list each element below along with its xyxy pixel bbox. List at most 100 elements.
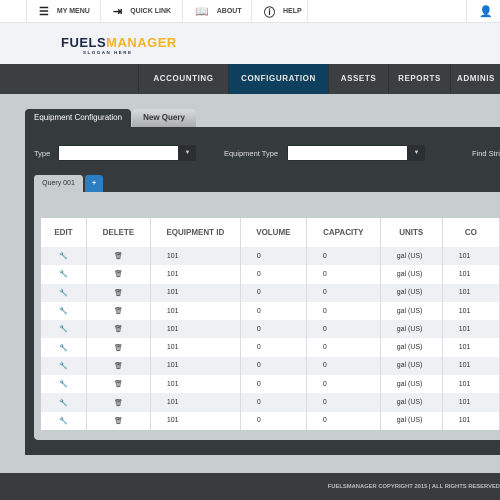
cell-co: 101: [442, 301, 500, 321]
logo[interactable]: FUELSMANAGER SLOGAN HERE: [61, 35, 177, 55]
delete-button[interactable]: 🗑: [86, 338, 151, 357]
user-menu[interactable]: 👤J: [466, 0, 500, 23]
about-link[interactable]: 📖 ABOUT: [182, 0, 251, 23]
edit-button[interactable]: 🔧: [41, 411, 87, 430]
cell-units: gal (US): [380, 393, 443, 412]
tab-equipment-configuration[interactable]: Equipment Configuration: [25, 109, 132, 127]
info-icon: ⓘ: [264, 6, 275, 19]
trash-icon: 🗑: [113, 362, 123, 370]
edit-button[interactable]: 🔧: [41, 338, 87, 357]
add-query-button[interactable]: +: [85, 175, 103, 192]
wrench-icon: 🔧: [59, 308, 68, 316]
cell-units: gal (US): [380, 356, 443, 376]
delete-button[interactable]: 🗑: [86, 265, 151, 284]
delete-button[interactable]: 🗑: [86, 356, 151, 376]
delete-button[interactable]: 🗑: [86, 283, 151, 302]
edit-button[interactable]: 🔧: [41, 265, 87, 284]
nav-assets[interactable]: ASSETS: [328, 64, 388, 94]
trash-icon: 🗑: [113, 381, 123, 389]
my-menu-link[interactable]: ☰ MY MENU: [26, 0, 100, 23]
col-edit[interactable]: EDIT: [41, 218, 87, 247]
wrench-icon: 🔧: [59, 326, 68, 334]
col-co[interactable]: CO: [442, 218, 500, 247]
trash-icon: 🗑: [113, 289, 123, 297]
help-link[interactable]: ⓘ HELP: [251, 0, 308, 23]
chevron-down-icon: ▼: [413, 150, 420, 156]
quick-link[interactable]: ⇥ QUICK LINK: [100, 0, 182, 23]
book-icon: 📖: [195, 6, 209, 18]
delete-button[interactable]: 🗑: [86, 375, 151, 394]
trash-icon: 🗑: [113, 344, 123, 352]
table-row: 🔧 🗑 101 0 0 gal (US) 101: [41, 247, 500, 266]
cell-capacity: 0: [306, 265, 381, 284]
cell-volume: 0: [240, 301, 307, 321]
edit-button[interactable]: 🔧: [41, 375, 87, 394]
cell-units: gal (US): [380, 301, 443, 321]
edit-button[interactable]: 🔧: [41, 283, 87, 302]
cell-co: 101: [442, 375, 500, 394]
cell-capacity: 0: [306, 301, 381, 321]
find-string-label: Find Stri: [472, 149, 500, 158]
nav-accounting[interactable]: ACCOUNTING: [138, 64, 228, 94]
nav-reports[interactable]: REPORTS: [388, 64, 450, 94]
cell-equipment-id: 101: [150, 247, 241, 266]
trash-icon: 🗑: [113, 417, 123, 425]
user-icon: 👤: [479, 6, 493, 18]
tab-new-query[interactable]: New Query: [132, 109, 196, 127]
cell-capacity: 0: [306, 320, 381, 339]
nav-administration[interactable]: ADMINIS: [450, 64, 500, 94]
cell-volume: 0: [240, 338, 307, 357]
col-units[interactable]: UNITS: [380, 218, 443, 247]
col-delete[interactable]: DELETE: [86, 218, 151, 247]
cell-volume: 0: [240, 247, 307, 266]
delete-button[interactable]: 🗑: [86, 301, 151, 321]
cell-units: gal (US): [380, 375, 443, 394]
header: FUELSMANAGER SLOGAN HERE: [0, 23, 500, 64]
cell-equipment-id: 101: [150, 338, 241, 357]
delete-button[interactable]: 🗑: [86, 320, 151, 339]
cell-co: 101: [442, 338, 500, 357]
col-capacity[interactable]: CAPACITY: [306, 218, 381, 247]
col-equipment-id[interactable]: EQUIPMENT ID: [150, 218, 241, 247]
edit-button[interactable]: 🔧: [41, 320, 87, 339]
trash-icon: 🗑: [113, 253, 123, 261]
wrench-icon: 🔧: [59, 344, 68, 352]
main-nav: ACCOUNTING CONFIGURATION ASSETS REPORTS …: [0, 64, 500, 94]
table-row: 🔧 🗑 101 0 0 gal (US) 101: [41, 411, 500, 430]
cell-equipment-id: 101: [150, 320, 241, 339]
cell-equipment-id: 101: [150, 393, 241, 412]
cell-capacity: 0: [306, 338, 381, 357]
delete-button[interactable]: 🗑: [86, 247, 151, 266]
cell-volume: 0: [240, 283, 307, 302]
cell-capacity: 0: [306, 393, 381, 412]
wrench-icon: 🔧: [59, 253, 68, 261]
col-volume[interactable]: VOLUME: [240, 218, 307, 247]
equipment-type-select[interactable]: ▼: [287, 145, 425, 161]
cell-co: 101: [442, 320, 500, 339]
cell-units: gal (US): [380, 320, 443, 339]
cell-co: 101: [442, 283, 500, 302]
type-select[interactable]: ▼: [58, 145, 196, 161]
cell-equipment-id: 101: [150, 411, 241, 430]
cell-capacity: 0: [306, 356, 381, 376]
edit-button[interactable]: 🔧: [41, 393, 87, 412]
cell-capacity: 0: [306, 375, 381, 394]
table-header: EDIT DELETE EQUIPMENT ID VOLUME CAPACITY…: [41, 218, 500, 247]
edit-button[interactable]: 🔧: [41, 247, 87, 266]
edit-button[interactable]: 🔧: [41, 301, 87, 321]
wrench-icon: 🔧: [59, 271, 68, 279]
delete-button[interactable]: 🗑: [86, 411, 151, 430]
delete-button[interactable]: 🗑: [86, 393, 151, 412]
tab-query-001[interactable]: Query 001: [34, 175, 83, 192]
equipment-type-label: Equipment Type: [224, 149, 279, 158]
cell-volume: 0: [240, 393, 307, 412]
trash-icon: 🗑: [113, 399, 123, 407]
chevron-down-icon: ▼: [184, 150, 191, 156]
menu-icon: ☰: [39, 6, 49, 18]
cell-volume: 0: [240, 356, 307, 376]
trash-icon: 🗑: [113, 308, 123, 316]
edit-button[interactable]: 🔧: [41, 356, 87, 376]
cell-capacity: 0: [306, 283, 381, 302]
nav-configuration[interactable]: CONFIGURATION: [228, 64, 328, 94]
cell-co: 101: [442, 356, 500, 376]
